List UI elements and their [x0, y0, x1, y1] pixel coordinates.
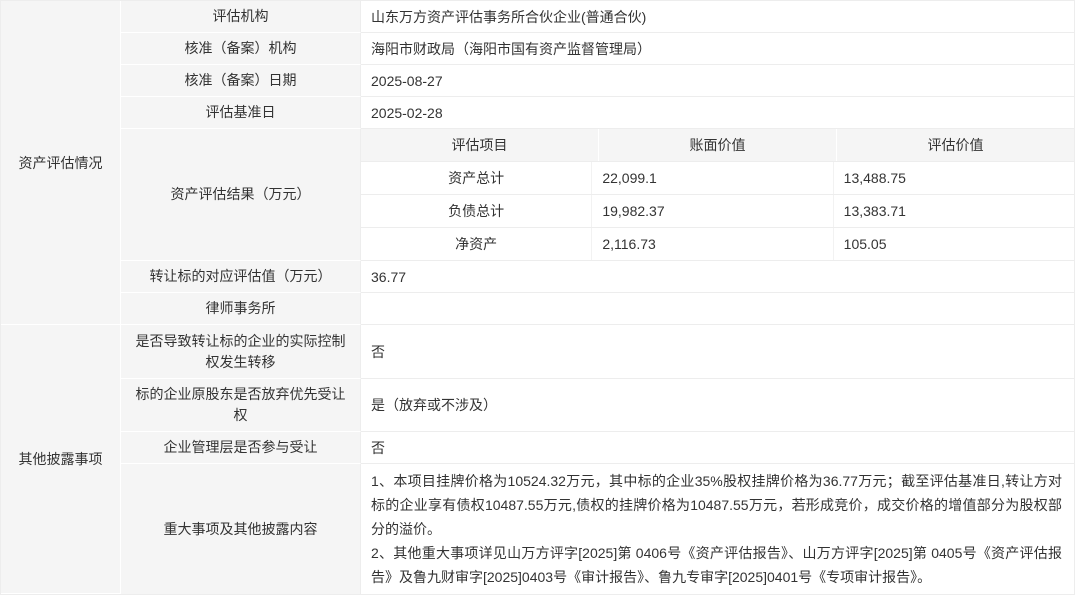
row-preemptive-right-waiver: 标的企业原股东是否放弃优先受让权 是（放弃或不涉及） — [121, 379, 1074, 432]
section-other-disclosures: 其他披露事项 是否导致转让标的企业的实际控制权发生转移 否 标的企业原股东是否放… — [1, 325, 1074, 594]
row-label: 评估机构 — [121, 1, 361, 33]
evaluated-value-cell: 13,383.71 — [834, 195, 1074, 227]
row-value: 36.77 — [361, 261, 1074, 293]
item-cell: 净资产 — [361, 228, 592, 260]
row-control-transfer: 是否导致转让标的企业的实际控制权发生转移 否 — [121, 325, 1074, 379]
evaluated-value-cell: 13,488.75 — [834, 162, 1074, 194]
row-value: 山东万方资产评估事务所合伙企业(普通合伙) — [361, 1, 1074, 33]
row-transfer-target-evaluated-value: 转让标的对应评估值（万元） 36.77 — [121, 261, 1074, 293]
asset-evaluation-table: 资产评估情况 评估机构 山东万方资产评估事务所合伙企业(普通合伙) 核准（备案）… — [0, 0, 1075, 595]
column-header-item: 评估项目 — [361, 129, 599, 161]
row-value: 否 — [361, 325, 1074, 379]
table-row-total-assets: 资产总计 22,099.1 13,488.75 — [361, 162, 1074, 195]
item-cell: 负债总计 — [361, 195, 592, 227]
row-label: 评估基准日 — [121, 97, 361, 129]
table-row-total-liabilities: 负债总计 19,982.37 13,383.71 — [361, 195, 1074, 228]
section-asset-evaluation-rows: 评估机构 山东万方资产评估事务所合伙企业(普通合伙) 核准（备案）机构 海阳市财… — [121, 1, 1074, 325]
row-label: 转让标的对应评估值（万元） — [121, 261, 361, 293]
book-value-cell: 2,116.73 — [592, 228, 833, 260]
row-approval-agency: 核准（备案）机构 海阳市财政局（海阳市国有资产监督管理局） — [121, 33, 1074, 65]
row-evaluation-base-date: 评估基准日 2025-02-28 — [121, 97, 1074, 129]
book-value-cell: 22,099.1 — [592, 162, 833, 194]
row-management-participation: 企业管理层是否参与受让 否 — [121, 432, 1074, 464]
evaluated-value-cell: 105.05 — [834, 228, 1074, 260]
row-label: 律师事务所 — [121, 293, 361, 325]
row-approval-date: 核准（备案）日期 2025-08-27 — [121, 65, 1074, 97]
row-value: 2025-08-27 — [361, 65, 1074, 97]
row-law-firm: 律师事务所 — [121, 293, 1074, 325]
row-value: 2025-02-28 — [361, 97, 1074, 129]
row-evaluation-result: 资产评估结果（万元） 评估项目 账面价值 评估价值 资产总计 22,099.1 … — [121, 129, 1074, 261]
row-value: 否 — [361, 432, 1074, 464]
row-value: 1、本项目挂牌价格为10524.32万元，其中标的企业35%股权挂牌价格为36.… — [361, 464, 1074, 594]
book-value-cell: 19,982.37 — [592, 195, 833, 227]
disclosure-paragraph-1: 1、本项目挂牌价格为10524.32万元，其中标的企业35%股权挂牌价格为36.… — [371, 469, 1062, 541]
row-label: 核准（备案）日期 — [121, 65, 361, 97]
section-other-disclosures-rows: 是否导致转让标的企业的实际控制权发生转移 否 标的企业原股东是否放弃优先受让权 … — [121, 325, 1074, 594]
row-value — [361, 293, 1074, 325]
row-label: 资产评估结果（万元） — [121, 129, 361, 261]
row-label: 重大事项及其他披露内容 — [121, 464, 361, 594]
row-evaluation-agency: 评估机构 山东万方资产评估事务所合伙企业(普通合伙) — [121, 1, 1074, 33]
column-header-evaluated-value: 评估价值 — [837, 129, 1074, 161]
table-row-net-assets: 净资产 2,116.73 105.05 — [361, 228, 1074, 261]
section-asset-evaluation: 资产评估情况 评估机构 山东万方资产评估事务所合伙企业(普通合伙) 核准（备案）… — [1, 1, 1074, 325]
row-value: 是（放弃或不涉及） — [361, 379, 1074, 432]
section-title-other-disclosures: 其他披露事项 — [1, 325, 121, 594]
row-major-matters: 重大事项及其他披露内容 1、本项目挂牌价格为10524.32万元，其中标的企业3… — [121, 464, 1074, 594]
evaluation-table-header-row: 评估项目 账面价值 评估价值 — [361, 129, 1074, 162]
column-header-book-value: 账面价值 — [599, 129, 837, 161]
row-label: 企业管理层是否参与受让 — [121, 432, 361, 464]
row-label: 核准（备案）机构 — [121, 33, 361, 65]
row-label: 是否导致转让标的企业的实际控制权发生转移 — [121, 325, 361, 379]
evaluation-result-table: 评估项目 账面价值 评估价值 资产总计 22,099.1 13,488.75 负… — [361, 129, 1074, 261]
disclosure-paragraph-2: 2、其他重大事项详见山万方评字[2025]第 0406号《资产评估报告》、山万方… — [371, 541, 1062, 589]
section-title-asset-evaluation: 资产评估情况 — [1, 1, 121, 325]
row-label: 标的企业原股东是否放弃优先受让权 — [121, 379, 361, 432]
row-value: 海阳市财政局（海阳市国有资产监督管理局） — [361, 33, 1074, 65]
item-cell: 资产总计 — [361, 162, 592, 194]
